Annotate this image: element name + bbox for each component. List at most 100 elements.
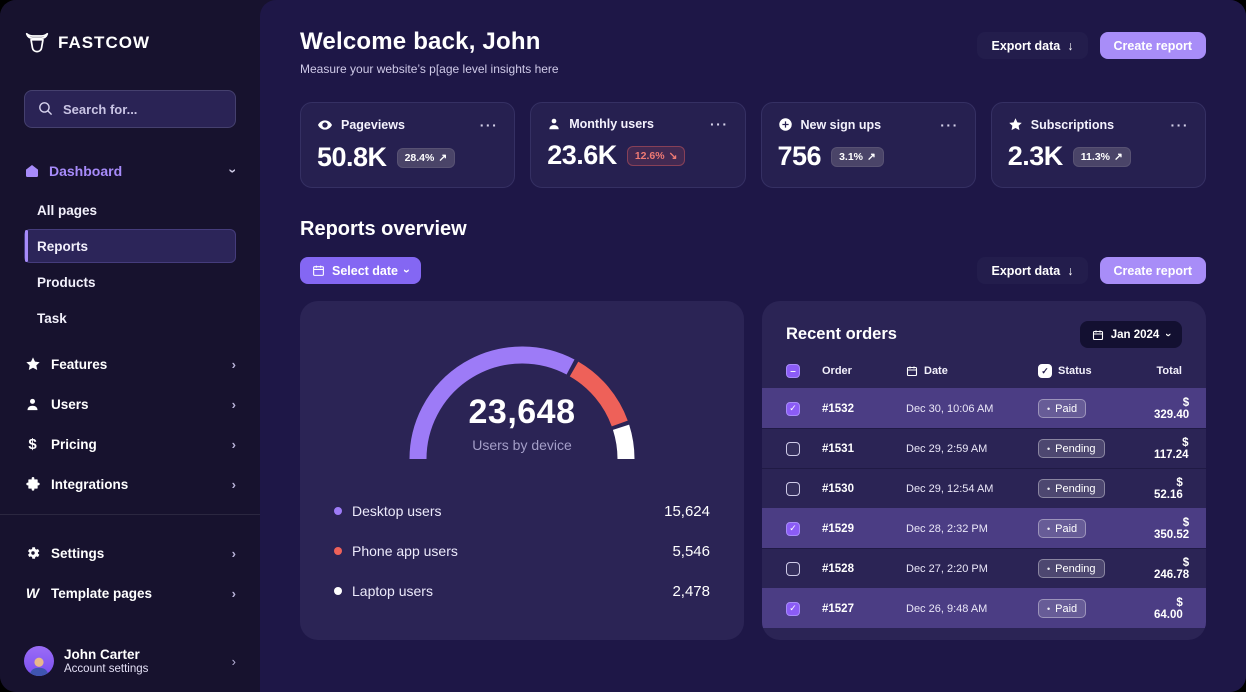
sidebar-item-users[interactable]: Users › — [24, 384, 236, 424]
sidebar-subitem-reports[interactable]: Reports — [24, 229, 236, 263]
legend-dot-icon — [334, 587, 342, 595]
column-total[interactable]: Total — [1154, 365, 1182, 377]
calendar-icon — [1092, 329, 1104, 341]
sidebar-item-label: Pricing — [51, 437, 97, 452]
sidebar-item-label: Integrations — [51, 477, 128, 492]
page-subtitle: Measure your website’s p[age level insig… — [300, 62, 559, 76]
puzzle-icon — [24, 476, 41, 492]
legend-label: Desktop users — [352, 503, 441, 519]
gauge-caption: Users by device — [397, 437, 647, 453]
order-id: #1530 — [822, 483, 906, 495]
table-row[interactable]: #1530Dec 29, 12:54 AM•Pending$ 52.16 — [762, 468, 1206, 508]
chevron-right-icon: › — [232, 654, 236, 669]
sidebar-item-dashboard[interactable]: Dashboard › — [24, 158, 236, 184]
dollar-icon: $ — [24, 436, 41, 453]
card-menu-button[interactable]: ··· — [940, 120, 959, 130]
plus-circle-icon — [778, 117, 793, 132]
main-content: Welcome back, John Measure your website’… — [260, 0, 1246, 692]
user-icon — [24, 397, 41, 412]
gauge-chart: 23,648 Users by device — [397, 335, 647, 467]
sidebar-item-integrations[interactable]: Integrations › — [24, 464, 236, 504]
legend-item: Desktop users 15,624 — [334, 491, 710, 531]
sidebar-item-label: Settings — [51, 546, 104, 561]
order-date: Dec 29, 12:54 AM — [906, 483, 1038, 495]
row-checkbox[interactable] — [786, 482, 800, 496]
chevron-right-icon: › — [232, 437, 236, 452]
orders-title: Recent orders — [786, 325, 897, 344]
chevron-down-icon: › — [400, 269, 414, 273]
select-all-checkbox[interactable]: – — [786, 364, 800, 378]
row-checkbox[interactable]: ✓ — [786, 602, 800, 616]
order-total: $ 329.40 — [1154, 397, 1189, 421]
search-input[interactable] — [24, 90, 236, 128]
column-date[interactable]: Date — [906, 365, 1038, 377]
trend-up-icon: ↗ — [1114, 151, 1123, 163]
row-checkbox[interactable]: ✓ — [786, 402, 800, 416]
app-window: FASTCOW Dashboard › All pagesReportsProd… — [0, 0, 1246, 692]
table-row[interactable]: ✓#1532Dec 30, 10:06 AM•Paid$ 329.40 — [762, 388, 1206, 428]
status-badge: •Paid — [1038, 519, 1086, 538]
sidebar-subitem-task[interactable]: Task — [24, 300, 236, 336]
status-check-icon: ✓ — [1038, 364, 1052, 378]
create-report-button[interactable]: Create report — [1100, 32, 1207, 59]
month-filter-button[interactable]: Jan 2024 › — [1080, 321, 1182, 348]
stat-value: 50.8K — [317, 142, 387, 173]
status-badge: •Pending — [1038, 439, 1105, 458]
legend-value: 2,478 — [672, 583, 710, 600]
legend-label: Phone app users — [352, 543, 458, 559]
trend-up-icon: ↗ — [867, 151, 876, 163]
chevron-down-icon: › — [226, 169, 242, 174]
sidebar-subitem-all-pages[interactable]: All pages — [24, 192, 236, 228]
order-date: Dec 28, 2:32 PM — [906, 523, 1038, 535]
chevron-right-icon: › — [232, 357, 236, 372]
chevron-down-icon: › — [1162, 333, 1174, 337]
order-date: Dec 29, 2:59 AM — [906, 443, 1038, 455]
home-icon — [24, 163, 40, 179]
order-total: $ 350.52 — [1154, 517, 1189, 541]
stat-card-monthly-users: Monthly users ··· 23.6K 12.6%↘ — [530, 102, 745, 188]
row-checkbox[interactable] — [786, 562, 800, 576]
column-status[interactable]: ✓ Status — [1038, 364, 1154, 378]
brand-logo[interactable]: FASTCOW — [24, 30, 236, 56]
table-row[interactable]: #1528Dec 27, 2:20 PM•Pending$ 246.78 — [762, 548, 1206, 588]
sidebar-subitem-products[interactable]: Products — [24, 264, 236, 300]
legend-item: Phone app users5,546 — [334, 531, 710, 571]
order-total: $ 246.78 — [1154, 557, 1189, 581]
column-order[interactable]: Order — [822, 365, 906, 377]
row-checkbox[interactable] — [786, 442, 800, 456]
stat-label: Monthly users — [569, 117, 654, 131]
card-menu-button[interactable]: ··· — [480, 120, 499, 130]
table-row[interactable]: #1531Dec 29, 2:59 AM•Pending$ 117.24 — [762, 428, 1206, 468]
sidebar-sections: Features › Users › $ Pricing › Integrati… — [24, 344, 236, 504]
chevron-right-icon: › — [232, 397, 236, 412]
stat-value: 23.6K — [547, 140, 617, 171]
profile[interactable]: John Carter Account settings › — [24, 646, 236, 676]
stat-card-new-sign-ups: New sign ups ··· 756 3.1%↗ — [761, 102, 976, 188]
create-report-button[interactable]: Create report — [1100, 257, 1207, 284]
export-data-button[interactable]: Export data ↓ — [977, 32, 1087, 59]
sidebar-item-settings[interactable]: Settings › — [24, 533, 236, 573]
stat-value: 2.3K — [1008, 141, 1063, 172]
table-row[interactable]: ✓#1527Dec 26, 9:48 AM•Paid$ 64.00 — [762, 588, 1206, 628]
download-icon: ↓ — [1067, 39, 1073, 53]
status-badge: •Pending — [1038, 479, 1105, 498]
sidebar-item-template-pages[interactable]: W Template pages › — [24, 573, 236, 613]
search-box — [24, 90, 236, 128]
calendar-icon — [312, 264, 325, 277]
order-date: Dec 26, 9:48 AM — [906, 603, 1038, 615]
row-checkbox[interactable]: ✓ — [786, 522, 800, 536]
reports-controls: Select date › Export data ↓ Create repor… — [300, 257, 1206, 284]
chevron-right-icon: › — [232, 477, 236, 492]
table-row[interactable]: ✓#1529Dec 28, 2:32 PM•Paid$ 350.52 — [762, 508, 1206, 548]
sidebar-bottom: Settings › W Template pages › — [24, 533, 236, 613]
stat-change-badge: 11.3%↗ — [1073, 147, 1131, 167]
legend-value: 15,624 — [664, 503, 710, 520]
card-menu-button[interactable]: ··· — [1171, 120, 1190, 130]
stat-change-badge: 3.1%↗ — [831, 147, 884, 167]
card-menu-button[interactable]: ··· — [710, 119, 729, 129]
export-data-button[interactable]: Export data ↓ — [977, 257, 1087, 284]
stat-label: Pageviews — [341, 118, 405, 132]
sidebar-item-pricing[interactable]: $ Pricing › — [24, 424, 236, 464]
select-date-button[interactable]: Select date › — [300, 257, 421, 284]
sidebar-item-features[interactable]: Features › — [24, 344, 236, 384]
